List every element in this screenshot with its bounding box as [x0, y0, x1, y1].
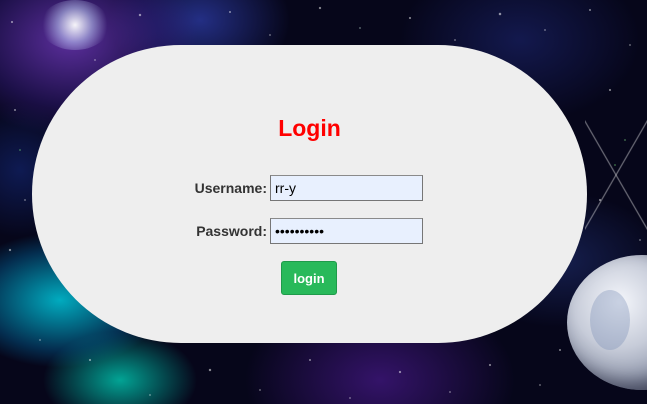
username-label: Username:: [194, 180, 267, 196]
password-label: Password:: [196, 223, 267, 239]
login-button[interactable]: login: [281, 261, 337, 295]
login-title: Login: [278, 115, 341, 141]
password-input[interactable]: [270, 218, 423, 244]
planet-shading: [590, 290, 630, 350]
username-input[interactable]: [270, 175, 423, 201]
